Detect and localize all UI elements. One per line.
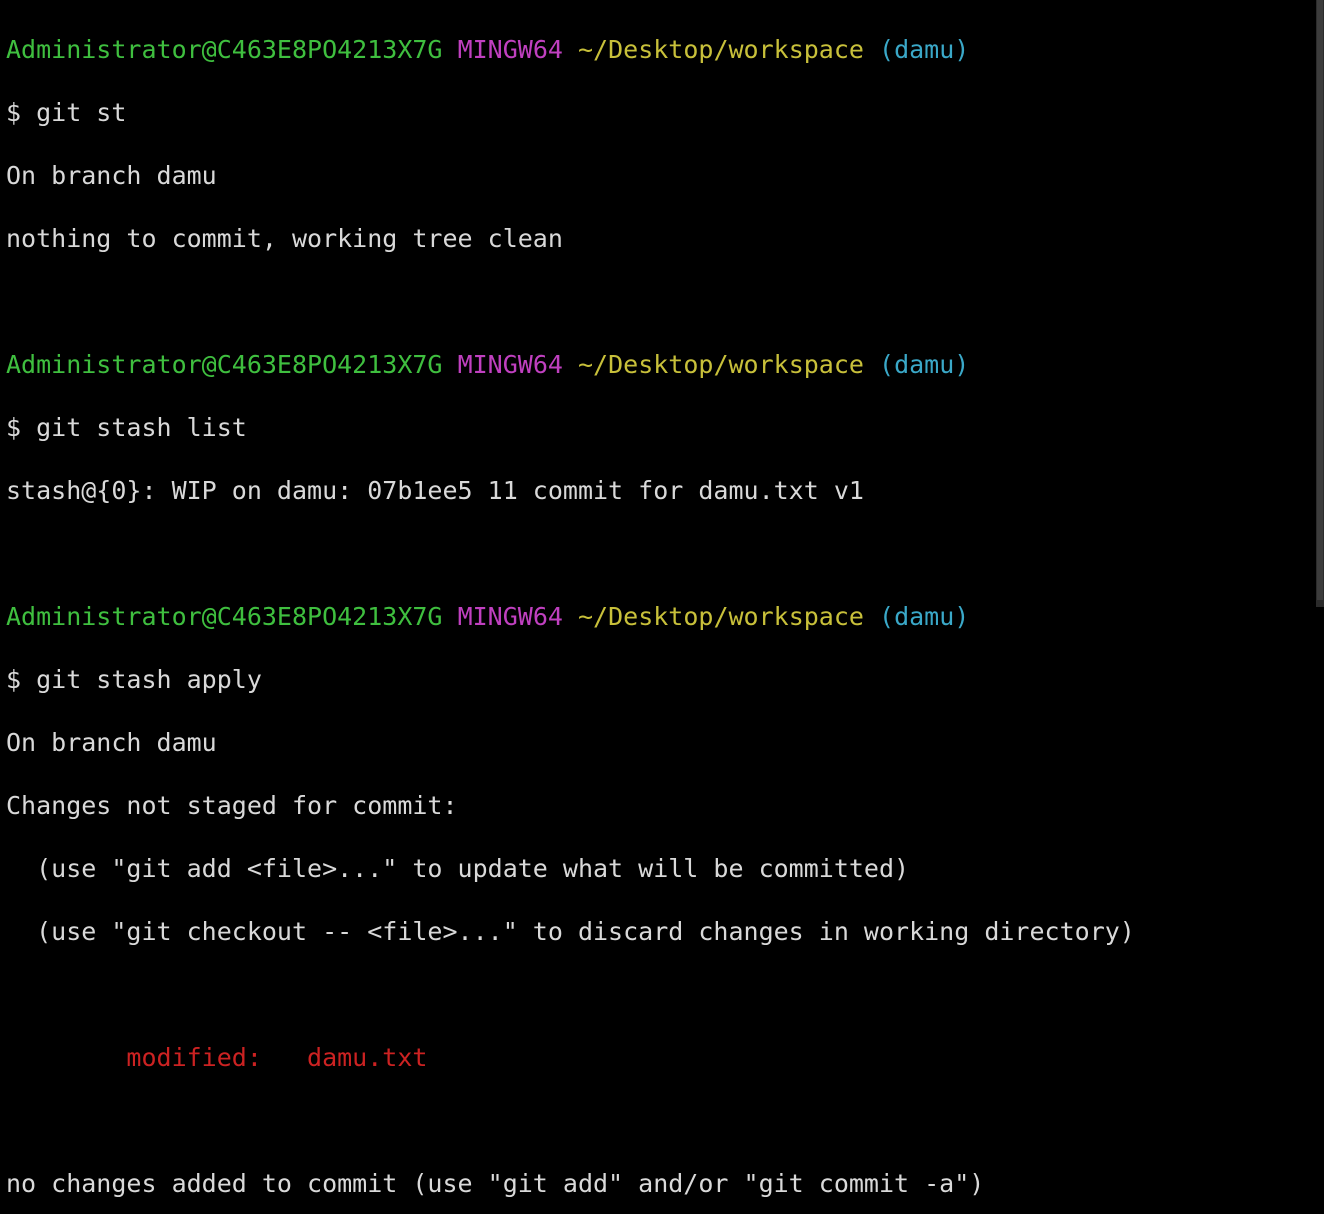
prompt-user-host: Administrator@C463E8PO4213X7G xyxy=(6,349,443,379)
output-line: Changes not staged for commit: xyxy=(6,790,458,820)
command-line-2: $ git stash list xyxy=(6,412,247,442)
output-line: On branch damu xyxy=(6,160,217,190)
output-line: (use "git add <file>..." to update what … xyxy=(6,853,910,883)
output-line: no changes added to commit (use "git add… xyxy=(6,1168,985,1198)
prompt-path: ~/Desktop/workspace xyxy=(577,349,864,379)
prompt-line-3: Administrator@C463E8PO4213X7G MINGW64 ~/… xyxy=(6,601,1316,633)
prompt-branch: (damu) xyxy=(879,601,970,631)
output-line: stash@{0}: WIP on damu: 07b1ee5 11 commi… xyxy=(6,475,864,505)
modified-label: modified: xyxy=(6,1042,308,1072)
prompt-branch: (damu) xyxy=(879,349,970,379)
vertical-scrollbar[interactable] xyxy=(1316,0,1324,607)
prompt-shell: MINGW64 xyxy=(457,601,563,631)
prompt-shell: MINGW64 xyxy=(457,34,563,64)
scrollbar-thumb[interactable] xyxy=(1317,0,1323,600)
prompt-user-host: Administrator@C463E8PO4213X7G xyxy=(6,601,443,631)
prompt-path: ~/Desktop/workspace xyxy=(577,34,864,64)
output-line: nothing to commit, working tree clean xyxy=(6,223,563,253)
prompt-path: ~/Desktop/workspace xyxy=(577,601,864,631)
prompt-line-1: Administrator@C463E8PO4213X7G MINGW64 ~/… xyxy=(6,34,1316,66)
modified-file-line: modified: damu.txt xyxy=(6,1042,1316,1074)
output-line: On branch damu xyxy=(6,727,217,757)
prompt-shell: MINGW64 xyxy=(457,349,563,379)
prompt-user-host: Administrator@C463E8PO4213X7G xyxy=(6,34,443,64)
prompt-branch: (damu) xyxy=(879,34,970,64)
command-line-3: $ git stash apply xyxy=(6,664,262,694)
command-line-1: $ git st xyxy=(6,97,127,127)
terminal-output[interactable]: Administrator@C463E8PO4213X7G MINGW64 ~/… xyxy=(0,0,1316,1198)
output-line: (use "git checkout -- <file>..." to disc… xyxy=(6,916,1135,946)
modified-filename: damu.txt xyxy=(307,1042,428,1072)
prompt-line-2: Administrator@C463E8PO4213X7G MINGW64 ~/… xyxy=(6,349,1316,381)
